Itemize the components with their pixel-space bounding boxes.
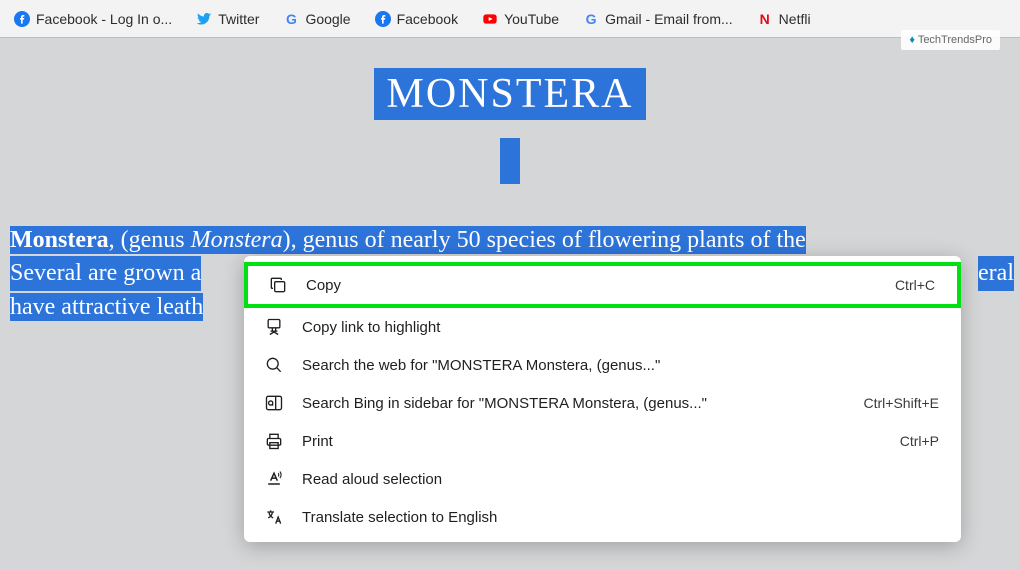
menu-label: Print bbox=[302, 433, 882, 450]
bookmarks-bar: Facebook - Log In o... Twitter G Google … bbox=[0, 0, 1020, 38]
bookmark-label: YouTube bbox=[504, 11, 559, 27]
bookmark-label: Google bbox=[305, 11, 350, 27]
copy-icon bbox=[268, 275, 288, 295]
bookmark-label: Gmail - Email from... bbox=[605, 11, 733, 27]
translate-icon bbox=[264, 507, 284, 527]
menu-item-copy[interactable]: Copy Ctrl+C bbox=[244, 262, 961, 308]
bookmark-label: Facebook bbox=[397, 11, 458, 27]
menu-item-print[interactable]: Print Ctrl+P bbox=[244, 422, 961, 460]
menu-label: Search Bing in sidebar for "MONSTERA Mon… bbox=[302, 395, 846, 412]
selection-cursor bbox=[500, 138, 520, 184]
menu-shortcut: Ctrl+C bbox=[895, 277, 935, 293]
bookmark-google[interactable]: G Google bbox=[273, 7, 360, 31]
youtube-icon bbox=[482, 11, 498, 27]
menu-item-read-aloud[interactable]: Read aloud selection bbox=[244, 460, 961, 498]
menu-label: Copy bbox=[306, 277, 877, 294]
watermark-badge: ♦ TechTrendsPro bbox=[901, 30, 1000, 50]
menu-label: Translate selection to English bbox=[302, 509, 921, 526]
bookmark-netflix[interactable]: N Netfli bbox=[747, 7, 821, 31]
netflix-icon: N bbox=[757, 11, 773, 27]
bookmark-youtube[interactable]: YouTube bbox=[472, 7, 569, 31]
menu-item-copy-link-highlight[interactable]: Copy link to highlight bbox=[244, 308, 961, 346]
bookmark-facebook-login[interactable]: Facebook - Log In o... bbox=[4, 7, 182, 31]
menu-shortcut: Ctrl+P bbox=[900, 433, 939, 449]
menu-item-search-bing-sidebar[interactable]: Search Bing in sidebar for "MONSTERA Mon… bbox=[244, 384, 961, 422]
twitter-icon bbox=[196, 11, 212, 27]
bookmark-label: Twitter bbox=[218, 11, 259, 27]
bookmark-twitter[interactable]: Twitter bbox=[186, 7, 269, 31]
page-title[interactable]: MONSTERA bbox=[374, 68, 645, 120]
bookmark-facebook[interactable]: Facebook bbox=[365, 7, 468, 31]
google-icon: G bbox=[283, 11, 299, 27]
search-icon bbox=[264, 355, 284, 375]
facebook-icon bbox=[375, 11, 391, 27]
menu-label: Copy link to highlight bbox=[302, 319, 921, 336]
google-icon: G bbox=[583, 11, 599, 27]
link-highlight-icon bbox=[264, 317, 284, 337]
bookmark-label: Netfli bbox=[779, 11, 811, 27]
bookmark-label: Facebook - Log In o... bbox=[36, 11, 172, 27]
facebook-icon bbox=[14, 11, 30, 27]
bookmark-gmail[interactable]: G Gmail - Email from... bbox=[573, 7, 743, 31]
menu-item-translate[interactable]: Translate selection to English bbox=[244, 498, 961, 536]
sidebar-search-icon bbox=[264, 393, 284, 413]
read-aloud-icon bbox=[264, 469, 284, 489]
menu-shortcut: Ctrl+Shift+E bbox=[864, 395, 939, 411]
menu-item-search-web[interactable]: Search the web for "MONSTERA Monstera, (… bbox=[244, 346, 961, 384]
menu-label: Search the web for "MONSTERA Monstera, (… bbox=[302, 357, 921, 374]
print-icon bbox=[264, 431, 284, 451]
title-block: MONSTERA bbox=[0, 68, 1020, 184]
context-menu: Copy Ctrl+C Copy link to highlight Searc… bbox=[244, 256, 961, 542]
menu-label: Read aloud selection bbox=[302, 471, 921, 488]
